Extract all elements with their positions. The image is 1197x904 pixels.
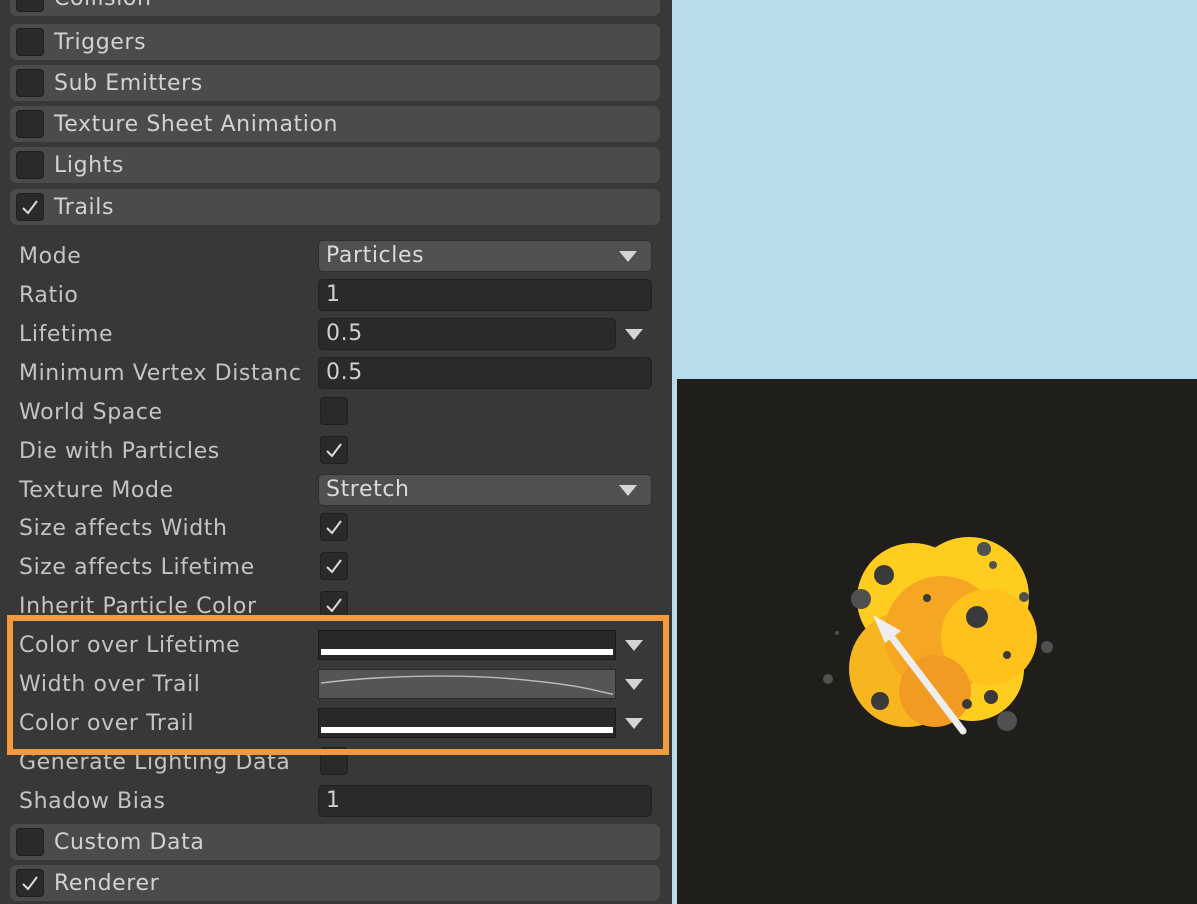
prop-color-over-trail: Color over Trail bbox=[0, 705, 672, 741]
mode-label: Mode bbox=[19, 244, 82, 269]
prop-shadow-bias: Shadow Bias 1 bbox=[0, 783, 672, 819]
size-affects-width-label: Size affects Width bbox=[19, 516, 228, 541]
module-triggers-label: Triggers bbox=[54, 29, 147, 55]
caret-down-icon[interactable] bbox=[625, 329, 643, 340]
module-triggers[interactable]: Triggers bbox=[10, 24, 660, 60]
shadow-bias-value: 1 bbox=[326, 788, 341, 813]
prop-size-affects-lifetime: Size affects Lifetime bbox=[0, 549, 672, 585]
checkmark-icon bbox=[326, 598, 342, 613]
module-triggers-checkbox[interactable] bbox=[16, 28, 44, 56]
prop-die-with-particles: Die with Particles bbox=[0, 433, 672, 469]
module-collision-label: Collision bbox=[54, 0, 152, 11]
module-custom-data[interactable]: Custom Data bbox=[10, 824, 660, 860]
mode-value: Particles bbox=[326, 243, 425, 268]
module-lights-checkbox[interactable] bbox=[16, 151, 44, 179]
ratio-value: 1 bbox=[326, 282, 341, 307]
module-trails-checkbox[interactable] bbox=[16, 193, 44, 221]
module-sub-emitters-checkbox[interactable] bbox=[16, 69, 44, 97]
module-trails[interactable]: Trails bbox=[10, 189, 660, 225]
size-affects-width-checkbox[interactable] bbox=[320, 513, 348, 541]
module-texture-sheet-animation-checkbox[interactable] bbox=[16, 110, 44, 138]
prop-ratio: Ratio 1 bbox=[0, 277, 672, 313]
prop-color-over-lifetime: Color over Lifetime bbox=[0, 627, 672, 663]
lifetime-input[interactable]: 0.5 bbox=[318, 318, 616, 350]
texture-mode-value: Stretch bbox=[326, 477, 410, 502]
ratio-label: Ratio bbox=[19, 283, 79, 308]
module-renderer[interactable]: Renderer bbox=[10, 865, 660, 901]
mode-dropdown[interactable]: Particles bbox=[318, 240, 652, 272]
module-renderer-label: Renderer bbox=[54, 870, 160, 896]
size-affects-lifetime-checkbox[interactable] bbox=[320, 552, 348, 580]
inherit-particle-color-checkbox[interactable] bbox=[320, 591, 348, 619]
die-with-particles-label: Die with Particles bbox=[19, 439, 220, 464]
caret-down-icon[interactable] bbox=[625, 640, 643, 651]
particle-effect-graphic bbox=[823, 537, 1053, 735]
size-affects-lifetime-label: Size affects Lifetime bbox=[19, 555, 255, 580]
checkmark-icon bbox=[326, 520, 342, 535]
min-vertex-distance-label: Minimum Vertex Distanc bbox=[19, 361, 302, 386]
module-texture-sheet-animation-label: Texture Sheet Animation bbox=[54, 111, 339, 137]
module-lights[interactable]: Lights bbox=[10, 147, 660, 183]
prop-world-space: World Space bbox=[0, 394, 672, 430]
caret-down-icon bbox=[619, 485, 637, 496]
generate-lighting-data-label: Generate Lighting Data bbox=[19, 750, 291, 775]
checkmark-icon bbox=[326, 443, 342, 458]
particle-system-inspector: Collision Triggers Sub Emitters Texture … bbox=[0, 0, 672, 904]
module-texture-sheet-animation[interactable]: Texture Sheet Animation bbox=[10, 106, 660, 142]
module-custom-data-label: Custom Data bbox=[54, 829, 205, 855]
prop-mode: Mode Particles bbox=[0, 238, 672, 274]
inherit-particle-color-label: Inherit Particle Color bbox=[19, 594, 257, 619]
texture-mode-label: Texture Mode bbox=[19, 478, 174, 503]
width-over-trail-curve[interactable] bbox=[318, 669, 616, 699]
module-collision[interactable]: Collision bbox=[10, 0, 660, 16]
prop-lifetime: Lifetime 0.5 bbox=[0, 316, 672, 352]
lifetime-label: Lifetime bbox=[19, 322, 114, 347]
module-trails-label: Trails bbox=[54, 194, 115, 220]
checkmark-icon bbox=[326, 559, 342, 574]
prop-inherit-particle-color: Inherit Particle Color bbox=[0, 588, 672, 624]
caret-down-icon[interactable] bbox=[625, 679, 643, 690]
world-space-label: World Space bbox=[19, 400, 163, 425]
caret-down-icon bbox=[619, 251, 637, 262]
module-custom-data-checkbox[interactable] bbox=[16, 828, 44, 856]
width-over-trail-label: Width over Trail bbox=[19, 672, 201, 697]
die-with-particles-checkbox[interactable] bbox=[320, 436, 348, 464]
texture-mode-dropdown[interactable]: Stretch bbox=[318, 474, 652, 506]
lifetime-value: 0.5 bbox=[326, 321, 363, 346]
prop-min-vertex-distance: Minimum Vertex Distanc 0.5 bbox=[0, 355, 672, 391]
module-collision-checkbox[interactable] bbox=[16, 0, 44, 12]
module-renderer-checkbox[interactable] bbox=[16, 869, 44, 897]
color-over-lifetime-label: Color over Lifetime bbox=[19, 633, 241, 658]
prop-size-affects-width: Size affects Width bbox=[0, 510, 672, 546]
color-over-trail-gradient[interactable] bbox=[318, 708, 616, 738]
scene-preview bbox=[677, 379, 1197, 904]
checkmark-icon bbox=[22, 876, 38, 891]
module-sub-emitters-label: Sub Emitters bbox=[54, 70, 203, 96]
world-space-checkbox[interactable] bbox=[320, 397, 348, 425]
shadow-bias-label: Shadow Bias bbox=[19, 789, 166, 814]
checkmark-icon bbox=[22, 200, 38, 215]
ratio-input[interactable]: 1 bbox=[318, 279, 652, 311]
caret-down-icon[interactable] bbox=[625, 718, 643, 729]
prop-texture-mode: Texture Mode Stretch bbox=[0, 472, 672, 508]
prop-generate-lighting-data: Generate Lighting Data bbox=[0, 744, 672, 780]
curve-graph bbox=[320, 675, 614, 695]
shadow-bias-input[interactable]: 1 bbox=[318, 785, 652, 817]
prop-width-over-trail: Width over Trail bbox=[0, 666, 672, 702]
color-over-trail-label: Color over Trail bbox=[19, 711, 195, 736]
module-sub-emitters[interactable]: Sub Emitters bbox=[10, 65, 660, 101]
min-vertex-distance-input[interactable]: 0.5 bbox=[318, 357, 652, 389]
color-over-lifetime-gradient[interactable] bbox=[318, 630, 616, 660]
module-lights-label: Lights bbox=[54, 152, 124, 178]
min-vertex-distance-value: 0.5 bbox=[326, 360, 363, 385]
generate-lighting-data-checkbox[interactable] bbox=[320, 747, 348, 775]
